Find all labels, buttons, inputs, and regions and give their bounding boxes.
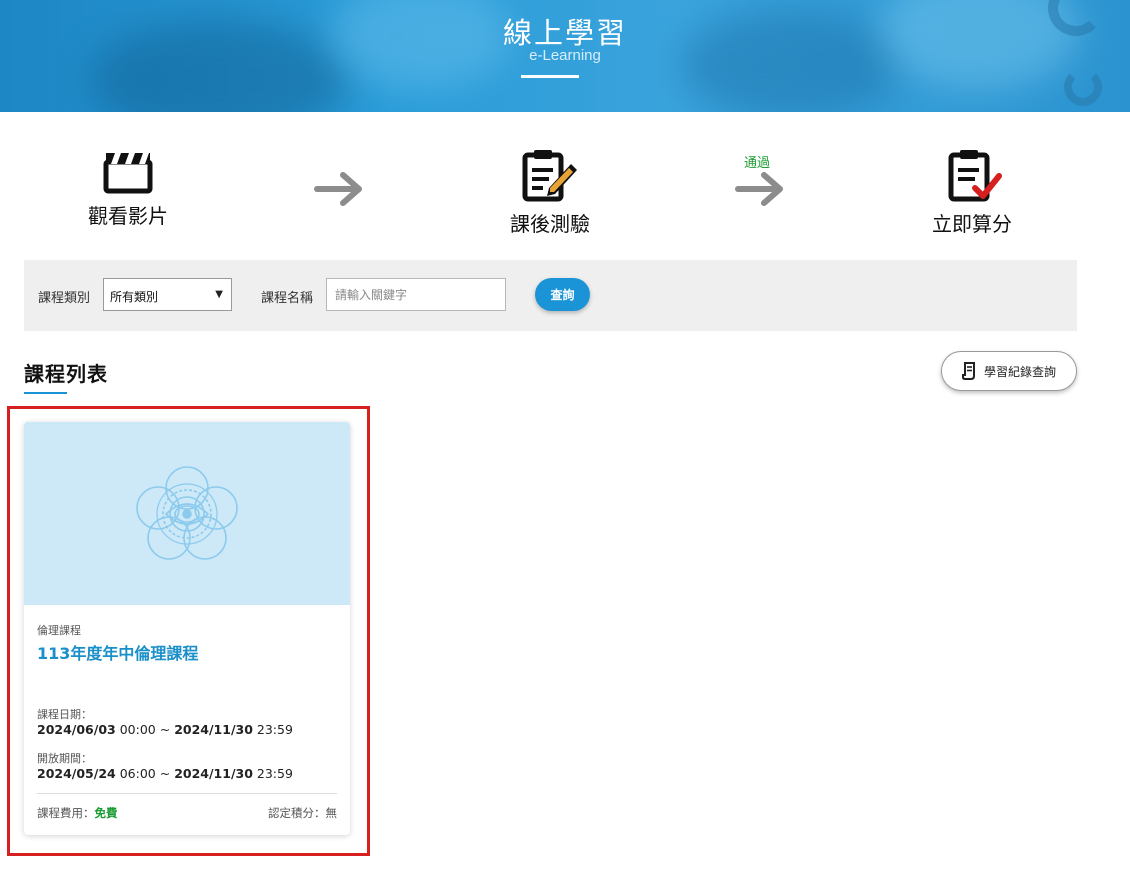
search-bar: 課程類別 所有類別 ▼ 課程名稱 查詢 xyxy=(24,260,1077,331)
step-watch-video: 觀看影片 xyxy=(78,150,178,229)
open-end-day: 2024/11/30 xyxy=(174,766,253,781)
credit-value: 無 xyxy=(325,806,338,820)
course-date-label: 課程日期： xyxy=(37,708,92,721)
course-name-label: 課程名稱 xyxy=(261,291,314,306)
fee-value: 免費 xyxy=(94,806,118,820)
course-image xyxy=(24,422,350,605)
course-fee: 課程費用：免費 xyxy=(37,805,118,821)
open-start-time: 06:00 xyxy=(119,766,156,781)
clipboard-check-icon xyxy=(948,150,1002,202)
date-end-time: 23:59 xyxy=(256,722,293,737)
credit-label: 認定積分： xyxy=(268,806,326,820)
banner-subtitle: e-Learning xyxy=(529,47,601,64)
date-start-day: 2024/06/03 xyxy=(37,722,116,737)
section-title: 課程列表 xyxy=(24,362,108,386)
category-select-value: 所有類別 xyxy=(110,290,159,304)
step-quiz: 課後測驗 xyxy=(498,148,602,237)
pass-label: 通過 xyxy=(744,156,771,171)
section-underline xyxy=(24,392,67,394)
category-label: 課程類別 xyxy=(38,291,91,306)
banner-title: 線上學習 xyxy=(502,16,627,50)
step-label: 觀看影片 xyxy=(88,204,168,228)
open-start-day: 2024/05/24 xyxy=(37,766,116,781)
course-credit: 認定積分：無 xyxy=(268,805,337,821)
card-divider xyxy=(37,793,337,794)
open-period-label: 開放期間： xyxy=(37,752,92,765)
course-name-input[interactable] xyxy=(326,278,506,311)
clipboard-pencil-icon xyxy=(522,150,577,202)
banner-underline xyxy=(521,75,579,78)
date-end-day: 2024/11/30 xyxy=(174,722,253,737)
course-title[interactable]: 113年度年中倫理課程 xyxy=(37,640,198,664)
arrow-right-icon xyxy=(735,172,783,206)
page-banner: 線上學習 e-Learning xyxy=(0,0,1130,112)
banner-ring-decor xyxy=(1064,68,1102,106)
emblem-logo xyxy=(136,466,238,560)
date-start-time: 00:00 xyxy=(119,722,156,737)
fee-label: 課程費用： xyxy=(37,806,95,820)
range-tilde: ~ xyxy=(159,766,171,781)
course-category: 倫理課程 xyxy=(37,624,81,637)
course-date-value: 2024/06/03 00:00 ~ 2024/11/30 23:59 xyxy=(37,722,293,737)
clapperboard-icon xyxy=(103,153,153,194)
search-button[interactable]: 查詢 xyxy=(535,278,590,311)
open-period-value: 2024/05/24 06:00 ~ 2024/11/30 23:59 xyxy=(37,766,293,781)
course-card[interactable]: 倫理課程 113年度年中倫理課程 課程日期： 2024/06/03 00:00 … xyxy=(24,422,350,835)
range-tilde: ~ xyxy=(159,722,171,737)
learning-record-label: 學習紀錄查詢 xyxy=(983,364,1056,379)
step-label: 課後測驗 xyxy=(510,212,590,236)
arrow-right-icon xyxy=(314,172,362,206)
step-score: 立即算分 xyxy=(920,148,1024,237)
caret-down-icon: ▼ xyxy=(215,289,223,300)
document-icon xyxy=(961,362,975,380)
open-end-time: 23:59 xyxy=(256,766,293,781)
category-select[interactable]: 所有類別 ▼ xyxy=(103,278,232,311)
step-label: 立即算分 xyxy=(932,212,1012,236)
learning-record-button[interactable]: 學習紀錄查詢 xyxy=(941,351,1077,391)
